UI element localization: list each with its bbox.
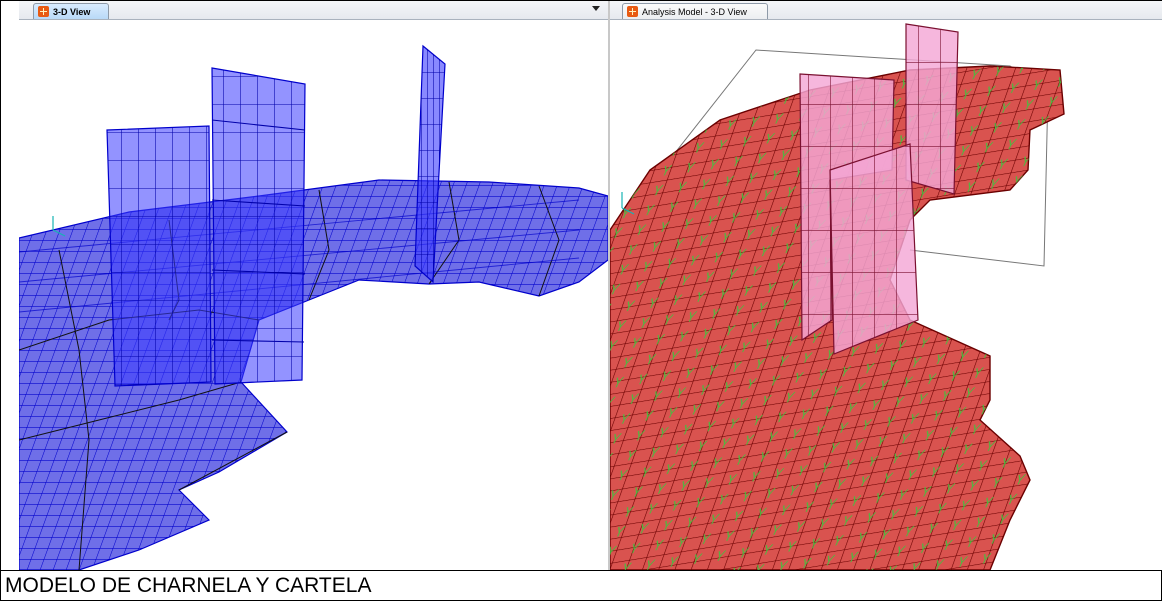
- right-view-pane[interactable]: Analysis Model - 3-D View: [610, 1, 1162, 570]
- left-margin: [1, 1, 20, 570]
- left-tab-bar: 3-D View: [19, 1, 608, 20]
- tab-label: 3-D View: [53, 6, 91, 17]
- left-mesh-drawing: [19, 44, 608, 570]
- tab-3d-view[interactable]: 3-D View: [33, 3, 109, 19]
- right-wall-front: [829, 143, 919, 355]
- left-wall-tall: [211, 67, 306, 385]
- left-wall-large: [106, 125, 212, 387]
- tab-analysis-model-3d-view[interactable]: Analysis Model - 3-D View: [622, 3, 768, 19]
- right-3d-viewport[interactable]: [610, 20, 1162, 570]
- left-slab-mesh: [19, 179, 608, 570]
- figure-caption: MODELO DE CHARNELA Y CARTELA: [0, 570, 1162, 601]
- right-tab-bar: Analysis Model - 3-D View: [610, 1, 1162, 20]
- chevron-down-icon[interactable]: [592, 6, 600, 11]
- left-view-pane[interactable]: 3-D View: [19, 1, 608, 570]
- model-window-icon: [627, 6, 638, 17]
- model-window-icon: [38, 6, 49, 17]
- model-windows-frame: 3-D View Analysis Model - 3-D View: [0, 0, 1162, 570]
- right-mesh-drawing: [610, 23, 1065, 570]
- tab-label: Analysis Model - 3-D View: [642, 6, 747, 17]
- right-wall-tall: [905, 23, 959, 195]
- left-3d-viewport[interactable]: [19, 20, 608, 570]
